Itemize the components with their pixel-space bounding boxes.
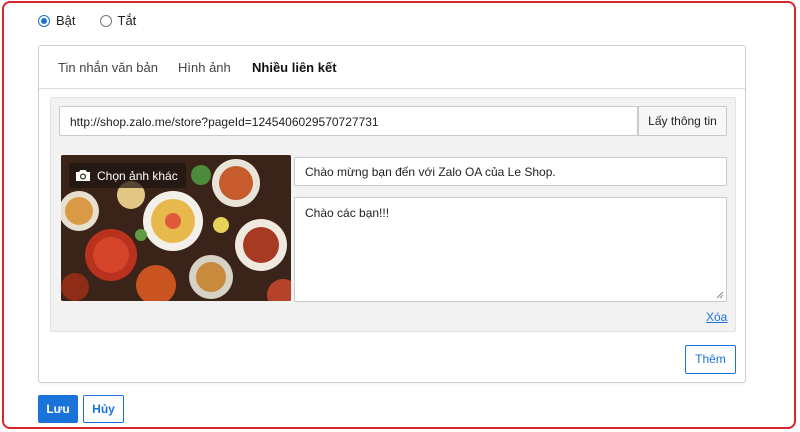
url-input[interactable]: http://shop.zalo.me/store?pageId=1245406…	[59, 106, 638, 136]
resize-handle-icon[interactable]	[716, 291, 724, 299]
radio-on-indicator[interactable]	[38, 14, 50, 27]
camera-icon	[76, 170, 90, 181]
link-title-input[interactable]: Chào mừng bạn đến với Zalo OA của Le Sho…	[294, 157, 727, 186]
status-radio-group: Bật Tắt	[38, 13, 136, 28]
radio-off-label: Tắt	[117, 13, 137, 28]
link-description-text: Chào các bạn!!!	[305, 206, 390, 220]
cancel-button[interactable]: Hủy	[83, 395, 124, 423]
change-photo-label: Chọn ảnh khác	[97, 168, 178, 183]
link-thumbnail[interactable]: Chọn ảnh khác	[61, 155, 291, 301]
radio-off-indicator[interactable]	[99, 14, 112, 27]
tab-image[interactable]: Hình ảnh	[178, 60, 231, 75]
add-link-button[interactable]: Thêm	[685, 345, 736, 374]
message-panel: Tin nhắn văn bản Hình ảnh Nhiều liên kết…	[38, 45, 746, 383]
link-description-textarea[interactable]: Chào các bạn!!!	[294, 197, 727, 302]
change-photo-button[interactable]: Chọn ảnh khác	[69, 163, 186, 188]
radio-off[interactable]: Tắt	[99, 13, 137, 28]
radio-on[interactable]: Bật	[38, 13, 76, 28]
delete-link[interactable]: Xóa	[706, 310, 727, 324]
tab-multiple-links[interactable]: Nhiều liên kết	[252, 60, 337, 75]
save-button[interactable]: Lưu	[38, 395, 78, 423]
tab-text-message[interactable]: Tin nhắn văn bản	[58, 60, 158, 75]
link-item-card: http://shop.zalo.me/store?pageId=1245406…	[50, 97, 736, 332]
radio-on-label: Bật	[56, 13, 76, 28]
fetch-info-button[interactable]: Lấy thông tin	[638, 106, 727, 136]
message-type-tabs: Tin nhắn văn bản Hình ảnh Nhiều liên kết	[39, 46, 745, 89]
